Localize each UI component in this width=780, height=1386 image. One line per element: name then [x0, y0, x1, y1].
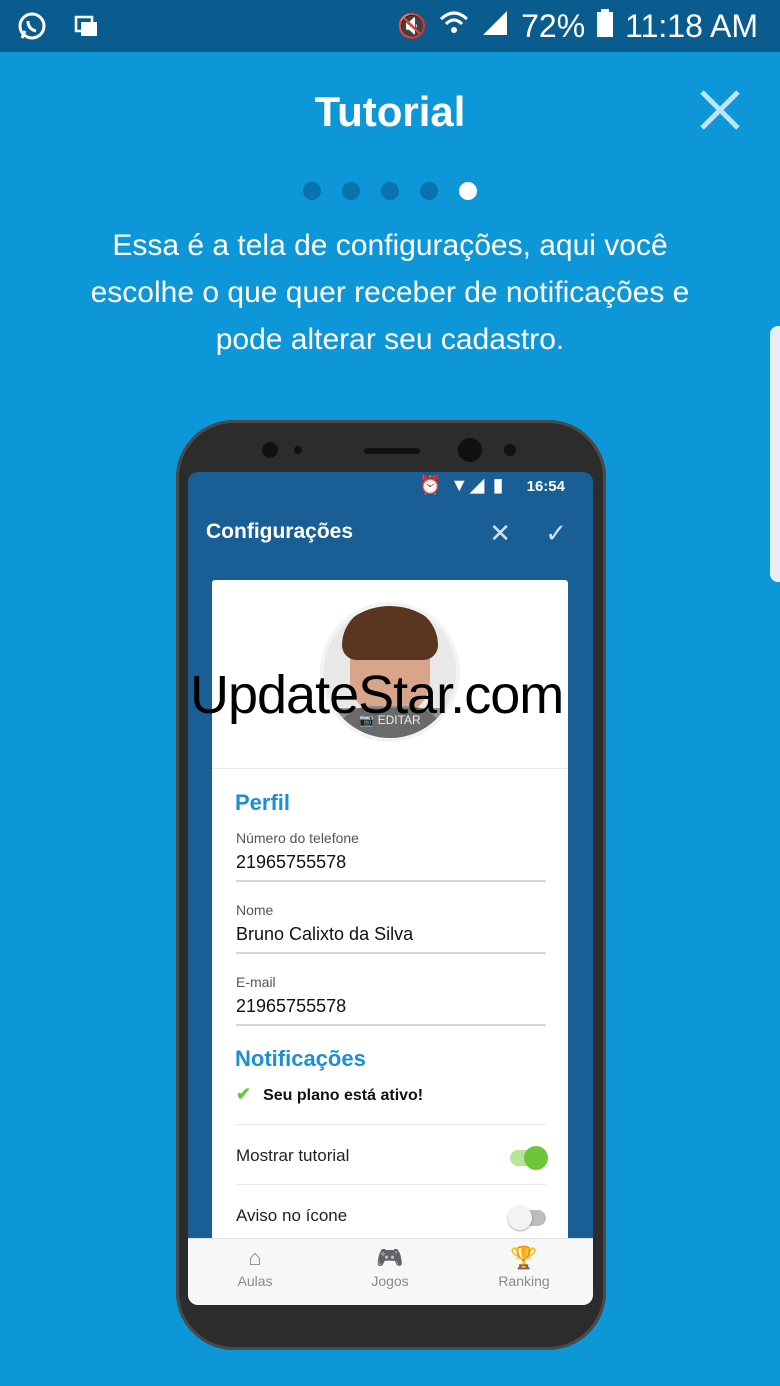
icon-badge-toggle[interactable]	[508, 1206, 546, 1230]
status-bar: 🔇 72% 11:18 AM	[0, 0, 780, 52]
phone-status-time: 16:54	[526, 478, 565, 495]
phone-status-icons: ⏰ ▼◢ ▮	[419, 475, 505, 495]
email-label: E-mail	[236, 974, 276, 990]
close-icon[interactable]	[696, 86, 744, 134]
pager-dot[interactable]	[342, 182, 360, 200]
profile-section-title: Perfil	[235, 790, 291, 815]
pager-dot[interactable]	[381, 182, 399, 200]
phone-status-bar: ⏰ ▼◢ ▮ 16:54	[188, 472, 593, 500]
whatsapp-icon	[16, 10, 48, 42]
tab-aulas[interactable]: ⌂ Aulas	[205, 1243, 305, 1289]
mute-icon: 🔇	[397, 13, 428, 40]
check-icon[interactable]: ✓	[545, 518, 567, 549]
notifications-section-title: Notificações	[235, 1046, 366, 1071]
tutorial-description: Essa é a tela de configurações, aqui voc…	[90, 229, 690, 356]
plan-status-text: Seu plano está ativo!	[263, 1087, 424, 1104]
field-underline	[236, 880, 546, 882]
battery-percent: 72%	[521, 8, 586, 44]
wifi-icon	[439, 8, 469, 45]
show-tutorial-label: Mostrar tutorial	[236, 1146, 350, 1165]
tab-label: Aulas	[237, 1273, 273, 1289]
plan-status: ✔ Seu plano está ativo!	[236, 1084, 423, 1105]
divider	[212, 768, 568, 769]
home-icon: ⌂	[248, 1245, 262, 1270]
messages-icon	[70, 10, 102, 42]
toggle-knob	[508, 1206, 532, 1230]
bottom-tab-bar: ⌂ Aulas 🎮 Jogos 🏆 Ranking	[188, 1238, 593, 1305]
trophy-icon: 🏆	[510, 1245, 538, 1270]
phone-sensor	[294, 446, 302, 454]
phone-number-label: Número do telefone	[236, 830, 359, 846]
pager-dot[interactable]	[303, 182, 321, 200]
field-underline	[236, 1024, 546, 1026]
pager-dots	[0, 182, 780, 200]
pager-dot[interactable]	[420, 182, 438, 200]
tab-label: Jogos	[371, 1273, 409, 1289]
phone-screen: ⏰ ▼◢ ▮ 16:54 Configurações ✕ ✓ 📷 EDITAR …	[188, 472, 593, 1305]
avatar-hair	[342, 606, 438, 660]
name-label: Nome	[236, 902, 274, 918]
battery-icon	[597, 8, 614, 45]
watermark: UpdateStar.com	[190, 665, 564, 725]
icon-badge-label: Aviso no ícone	[236, 1206, 348, 1225]
tab-label: Ranking	[498, 1273, 550, 1289]
edge-panel-handle[interactable]	[770, 326, 780, 582]
phone-sensor	[262, 442, 278, 458]
show-tutorial-toggle[interactable]	[510, 1146, 548, 1170]
check-icon: ✔	[236, 1084, 252, 1104]
pager-dot[interactable]	[459, 182, 477, 200]
tab-ranking[interactable]: 🏆 Ranking	[474, 1243, 574, 1289]
name-field[interactable]: Bruno Calixto da Silva	[236, 924, 413, 945]
status-time: 11:18 AM	[625, 8, 758, 44]
toggle-knob	[524, 1146, 548, 1170]
close-icon[interactable]: ✕	[489, 518, 511, 549]
divider	[236, 1124, 546, 1125]
app-header: Configurações ✕ ✓	[188, 500, 593, 562]
gamepad-icon: 🎮	[376, 1245, 404, 1270]
app-title: Configurações	[206, 520, 354, 543]
signal-icon	[481, 8, 509, 45]
phone-camera	[458, 438, 482, 462]
divider	[236, 1184, 546, 1185]
phone-speaker	[364, 448, 420, 454]
field-underline	[236, 952, 546, 954]
email-field[interactable]: 21965755578	[236, 996, 346, 1017]
phone-sensor	[504, 444, 516, 456]
tab-jogos[interactable]: 🎮 Jogos	[340, 1243, 440, 1289]
phone-number-field[interactable]: 21965755578	[236, 852, 346, 873]
page-title: Tutorial	[314, 88, 466, 135]
